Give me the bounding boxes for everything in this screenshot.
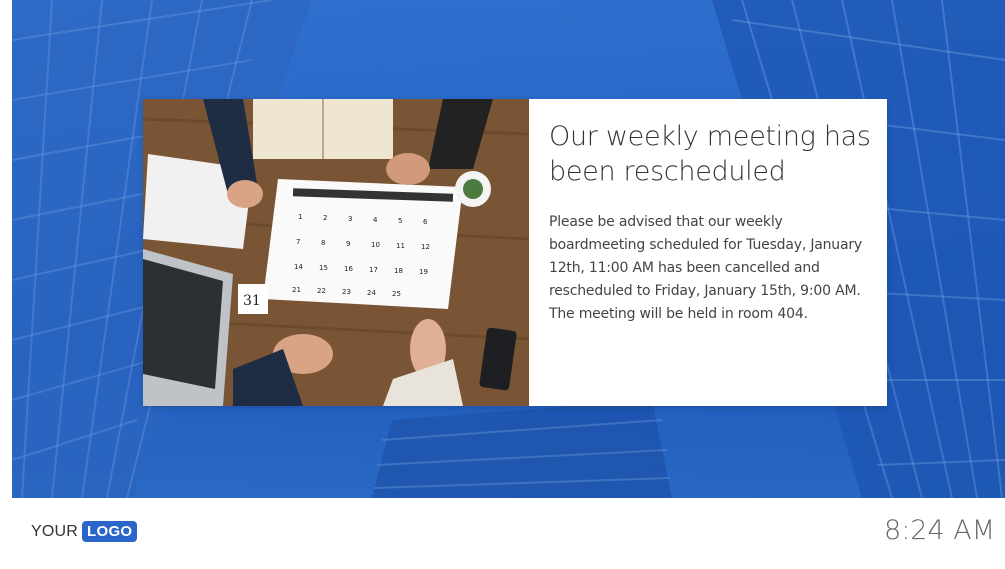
svg-text:11: 11: [396, 242, 405, 250]
svg-text:8: 8: [321, 239, 325, 247]
svg-text:23: 23: [342, 288, 351, 296]
svg-text:22: 22: [317, 287, 326, 295]
svg-text:3: 3: [348, 215, 352, 223]
footer-bar: YOUR LOGO 8:24 AM: [12, 498, 1005, 569]
announcement-card: 123456 7 8 9 10 11 12 14 15 16 17 18 19 21 22 23 24 25: [143, 99, 887, 406]
svg-text:16: 16: [344, 265, 353, 273]
svg-text:18: 18: [394, 267, 403, 275]
svg-text:6: 6: [423, 218, 428, 226]
svg-text:1: 1: [298, 213, 302, 221]
logo-badge: LOGO: [82, 521, 138, 542]
svg-text:21: 21: [292, 286, 301, 294]
company-logo: YOUR LOGO: [31, 521, 138, 542]
announcement-text: Our weekly meeting has been rescheduled …: [529, 99, 887, 406]
svg-text:9: 9: [346, 240, 350, 248]
svg-text:31: 31: [243, 293, 261, 309]
svg-text:5: 5: [398, 217, 402, 225]
svg-text:10: 10: [371, 241, 380, 249]
svg-text:24: 24: [367, 289, 376, 297]
svg-text:2: 2: [323, 214, 327, 222]
svg-text:14: 14: [294, 263, 303, 271]
svg-text:17: 17: [369, 266, 378, 274]
announcement-headline: Our weekly meeting has been rescheduled: [549, 121, 871, 187]
svg-text:7: 7: [296, 238, 300, 246]
signage-screen: 123456 7 8 9 10 11 12 14 15 16 17 18 19 21 22 23 24 25: [12, 0, 1005, 569]
logo-prefix: YOUR: [31, 522, 79, 540]
svg-text:4: 4: [373, 216, 378, 224]
clock-time: 8:24 AM: [884, 515, 995, 546]
calendar-meeting-photo: 123456 7 8 9 10 11 12 14 15 16 17 18 19 21 22 23 24 25: [143, 99, 529, 406]
svg-text:25: 25: [392, 290, 401, 298]
announcement-body: Please be advised that our weekly boardm…: [549, 214, 862, 322]
svg-text:12: 12: [421, 243, 430, 251]
svg-text:19: 19: [419, 268, 428, 276]
svg-text:15: 15: [319, 264, 328, 272]
